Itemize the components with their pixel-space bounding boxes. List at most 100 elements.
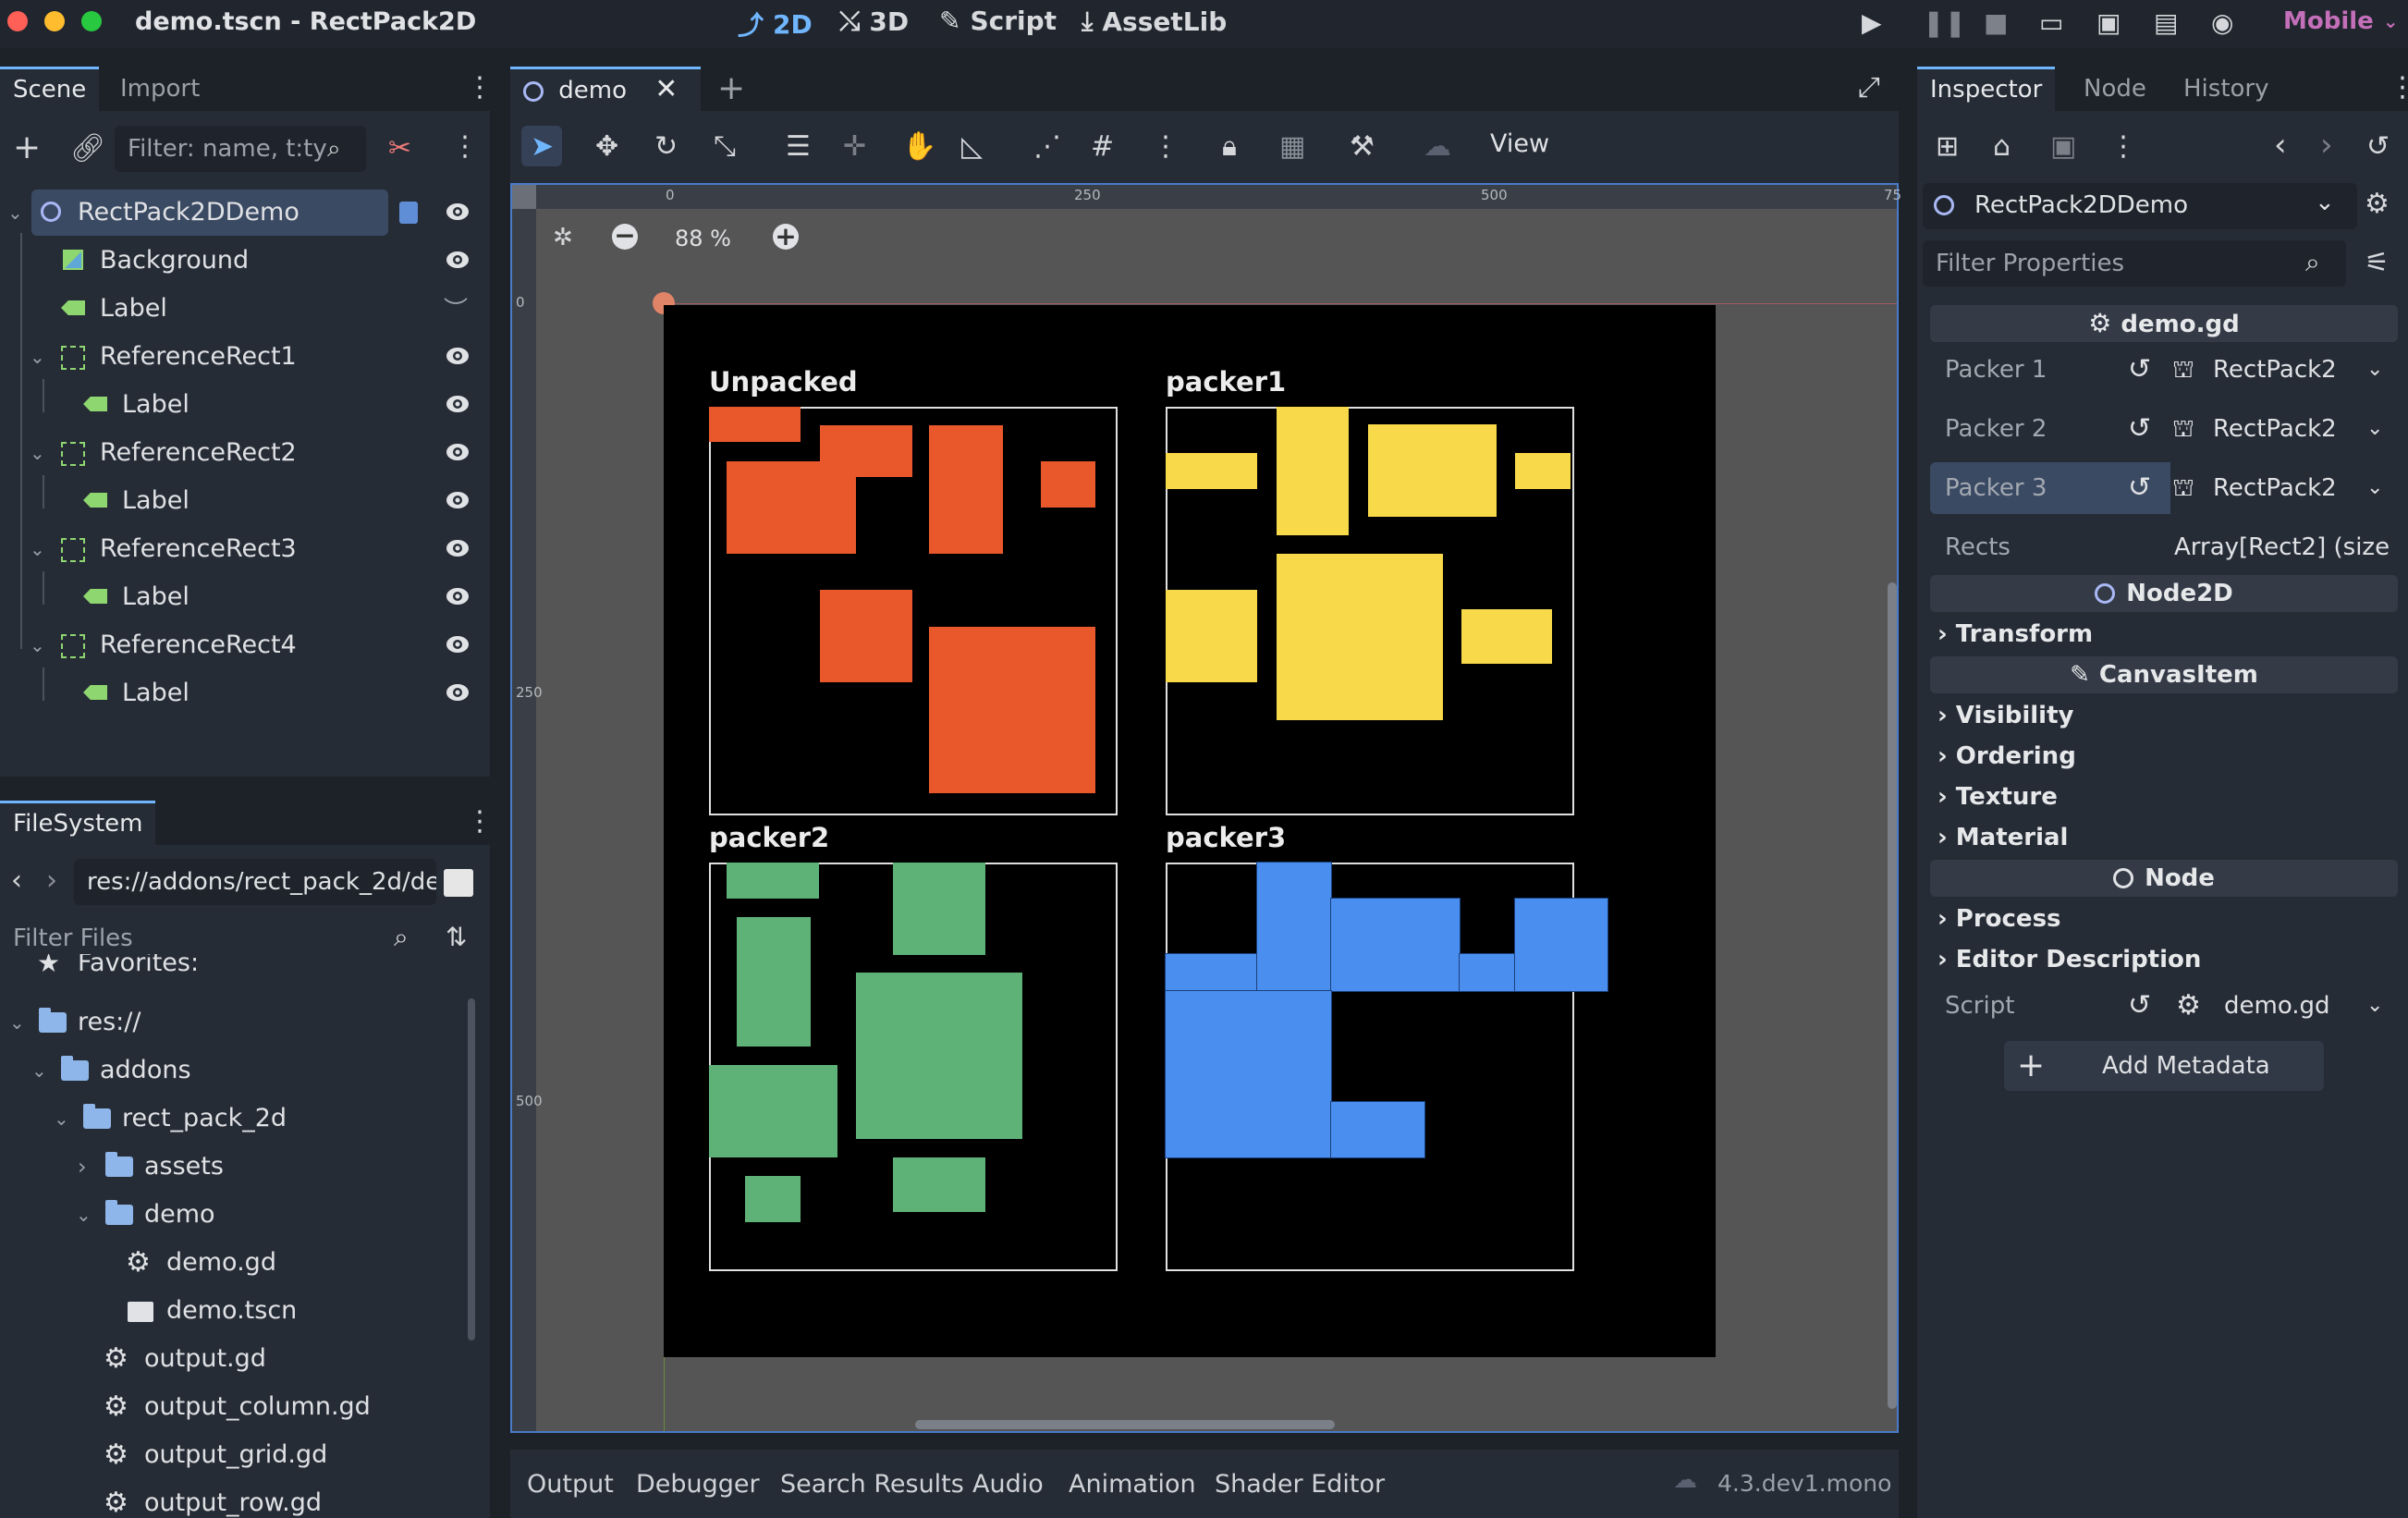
list-select-icon[interactable]: ☰ [786, 133, 811, 161]
tree-item-label[interactable]: Label [0, 479, 481, 523]
visibility-eye-icon[interactable] [446, 440, 470, 464]
tab-search-results[interactable]: Search Results [780, 1470, 964, 1499]
dock-menu-icon[interactable]: ⋮ [2389, 74, 2408, 102]
grid-snap-icon[interactable]: # [1091, 133, 1114, 161]
fs-item-demo-gd[interactable]: ⚙ demo.gd [0, 1241, 481, 1285]
fs-item-output-grid-gd[interactable]: ⚙ output_grid.gd [0, 1433, 481, 1477]
chevron-down-icon[interactable]: ⌄ [30, 335, 45, 379]
workspace-assetlib-button[interactable]: ⤓ AssetLib [1082, 6, 1227, 37]
workspace-3d-button[interactable]: ⤯ 3D [839, 6, 909, 37]
chevron-down-icon[interactable]: ⌄ [54, 1096, 69, 1141]
object-history-icon[interactable]: ↺ [2366, 133, 2390, 161]
scene-menu-icon[interactable]: ⋮ [451, 133, 479, 161]
tab-audio[interactable]: Audio [972, 1470, 1044, 1499]
fs-item-output-row-gd[interactable]: ⚙ output_row.gd [0, 1481, 481, 1518]
visibility-eye-icon[interactable] [446, 632, 470, 656]
visibility-eye-icon[interactable] [446, 200, 470, 224]
tab-filesystem[interactable]: FileSystem [0, 801, 156, 845]
horizontal-scrollbar[interactable] [915, 1420, 1335, 1429]
tab-output[interactable]: Output [527, 1470, 614, 1499]
property-packer-3[interactable]: Packer 3 ↺ ⛫ RectPack2 ⌄ [1930, 462, 2398, 514]
snap-options-icon[interactable]: ⋮ [1152, 133, 1180, 161]
minimize-window-button[interactable] [44, 11, 65, 31]
property-packer-1[interactable]: Packer 1 ↺ ⛫ RectPack2 ⌄ [1930, 344, 2398, 396]
distraction-free-icon[interactable]: ⤢ [1858, 74, 1880, 102]
tab-animation[interactable]: Animation [1069, 1470, 1196, 1499]
category-transform[interactable]: › Transform [1937, 616, 2093, 653]
zoom-in-button[interactable]: + [773, 224, 799, 250]
category-editor-description[interactable]: › Editor Description [1937, 941, 2201, 978]
canvas-viewport[interactable]: 0 250 500 75 0 250 500 ✲ − 88 % + Unpack… [510, 183, 1901, 1433]
tree-item-label[interactable]: Label ︶ [0, 287, 481, 331]
tab-history[interactable]: History [2170, 67, 2282, 111]
select-mode-icon[interactable]: ➤ [531, 133, 554, 161]
load-resource-icon[interactable]: ⌂ [1993, 133, 2011, 161]
tree-item-referencerect1[interactable]: ⌄ ReferenceRect1 [0, 335, 481, 379]
visibility-eye-icon[interactable] [446, 248, 470, 272]
chevron-down-icon[interactable]: ⌄ [2366, 462, 2383, 514]
property-script[interactable]: Script ↺ ⚙ demo.gd ⌄ [1930, 980, 2398, 1032]
tree-item-referencerect4[interactable]: ⌄ ReferenceRect4 [0, 623, 481, 667]
skeleton-bone-icon[interactable]: ⚒ [1350, 133, 1375, 161]
visibility-eye-icon[interactable] [446, 488, 470, 512]
history-forward-icon[interactable]: › [2320, 129, 2333, 161]
chevron-down-icon[interactable]: ⌄ [2366, 403, 2383, 455]
tab-import[interactable]: Import [107, 67, 213, 111]
fs-item-rect-pack-2d[interactable]: ⌄ rect_pack_2d [0, 1096, 481, 1141]
ruler-mode-icon[interactable]: ◺ [961, 133, 983, 161]
rotate-mode-icon[interactable]: ↻ [654, 133, 678, 161]
tree-item-rectpack2ddemo[interactable]: ⌄ RectPack2DDemo [0, 190, 481, 235]
tree-item-referencerect3[interactable]: ⌄ ReferenceRect3 [0, 527, 481, 571]
instance-scene-icon[interactable]: 🔗︎ [70, 135, 105, 163]
add-metadata-button[interactable]: + Add Metadata [2004, 1041, 2324, 1091]
tab-scene[interactable]: Scene [0, 67, 100, 111]
section-node[interactable]: Node [1930, 860, 2398, 897]
property-rects[interactable]: Rects Array[Rect2] (size [1930, 521, 2398, 573]
zoom-out-button[interactable]: − [612, 223, 638, 250]
chevron-down-icon[interactable]: ⌄ [9, 1000, 25, 1045]
fs-item-output-gd[interactable]: ⚙ output.gd [0, 1337, 481, 1381]
script-attached-icon[interactable] [399, 202, 418, 224]
group-icon[interactable]: ▦ [1279, 133, 1305, 161]
save-resource-icon[interactable]: ▣ [2050, 133, 2076, 161]
attach-script-icon[interactable]: ✂ [388, 135, 411, 163]
section-node2d[interactable]: Node2D [1930, 575, 2398, 612]
workspace-script-button[interactable]: ✎ Script [939, 6, 1057, 36]
forward-icon[interactable]: › [46, 867, 57, 895]
tab-inspector[interactable]: Inspector [1917, 67, 2056, 111]
category-material[interactable]: › Material [1937, 819, 2068, 856]
close-window-button[interactable] [7, 11, 28, 31]
maximize-window-button[interactable] [81, 11, 102, 31]
pan-mode-icon[interactable]: ✋ [902, 133, 936, 161]
fs-item-addons[interactable]: ⌄ addons [0, 1048, 481, 1093]
new-scene-tab-icon[interactable]: + [717, 72, 745, 105]
play-custom-scene-icon[interactable]: ▤ [2154, 7, 2178, 38]
tab-node[interactable]: Node [2071, 67, 2159, 111]
visibility-eye-icon[interactable] [446, 536, 470, 560]
fs-item-demo[interactable]: ⌄ demo [0, 1193, 481, 1237]
vertical-scrollbar[interactable] [1888, 582, 1897, 1409]
lock-icon[interactable]: 🔒︎ [1222, 133, 1237, 161]
visibility-eye-icon[interactable] [446, 584, 470, 608]
revert-icon[interactable]: ↺ [2128, 344, 2151, 396]
node-selector[interactable]: RectPack2DDemo ⌄ [1923, 183, 2357, 229]
property-options-icon[interactable]: ⚟ [2365, 250, 2390, 277]
workspace-2d-button[interactable]: ⤴ 2D [738, 6, 813, 43]
pivot-mode-icon[interactable]: ✛ [843, 133, 866, 161]
revert-icon[interactable]: ↺ [2128, 980, 2151, 1032]
add-node-icon[interactable]: + [13, 131, 41, 165]
section-canvasitem[interactable]: ✎ CanvasItem [1930, 656, 2398, 693]
history-back-icon[interactable]: ‹ [2274, 129, 2287, 161]
close-tab-icon[interactable]: ✕ [654, 73, 678, 105]
zoom-reset-button[interactable]: 88 % [675, 226, 731, 251]
section-demo-gd[interactable]: ⚙ demo.gd [1930, 305, 2398, 342]
tree-item-referencerect2[interactable]: ⌄ ReferenceRect2 [0, 431, 481, 475]
node-info-icon[interactable]: ⚙ [2365, 190, 2390, 218]
remote-debug-icon[interactable]: ▭ [2039, 7, 2063, 38]
tree-item-label[interactable]: Label [0, 575, 481, 619]
back-icon[interactable]: ‹ [11, 867, 22, 895]
stop-icon[interactable]: ■ [1984, 7, 2008, 38]
toggle-split-mode-icon[interactable] [444, 869, 473, 897]
fs-item-assets[interactable]: › assets [0, 1145, 481, 1189]
chevron-down-icon[interactable]: ⌄ [2366, 344, 2383, 396]
